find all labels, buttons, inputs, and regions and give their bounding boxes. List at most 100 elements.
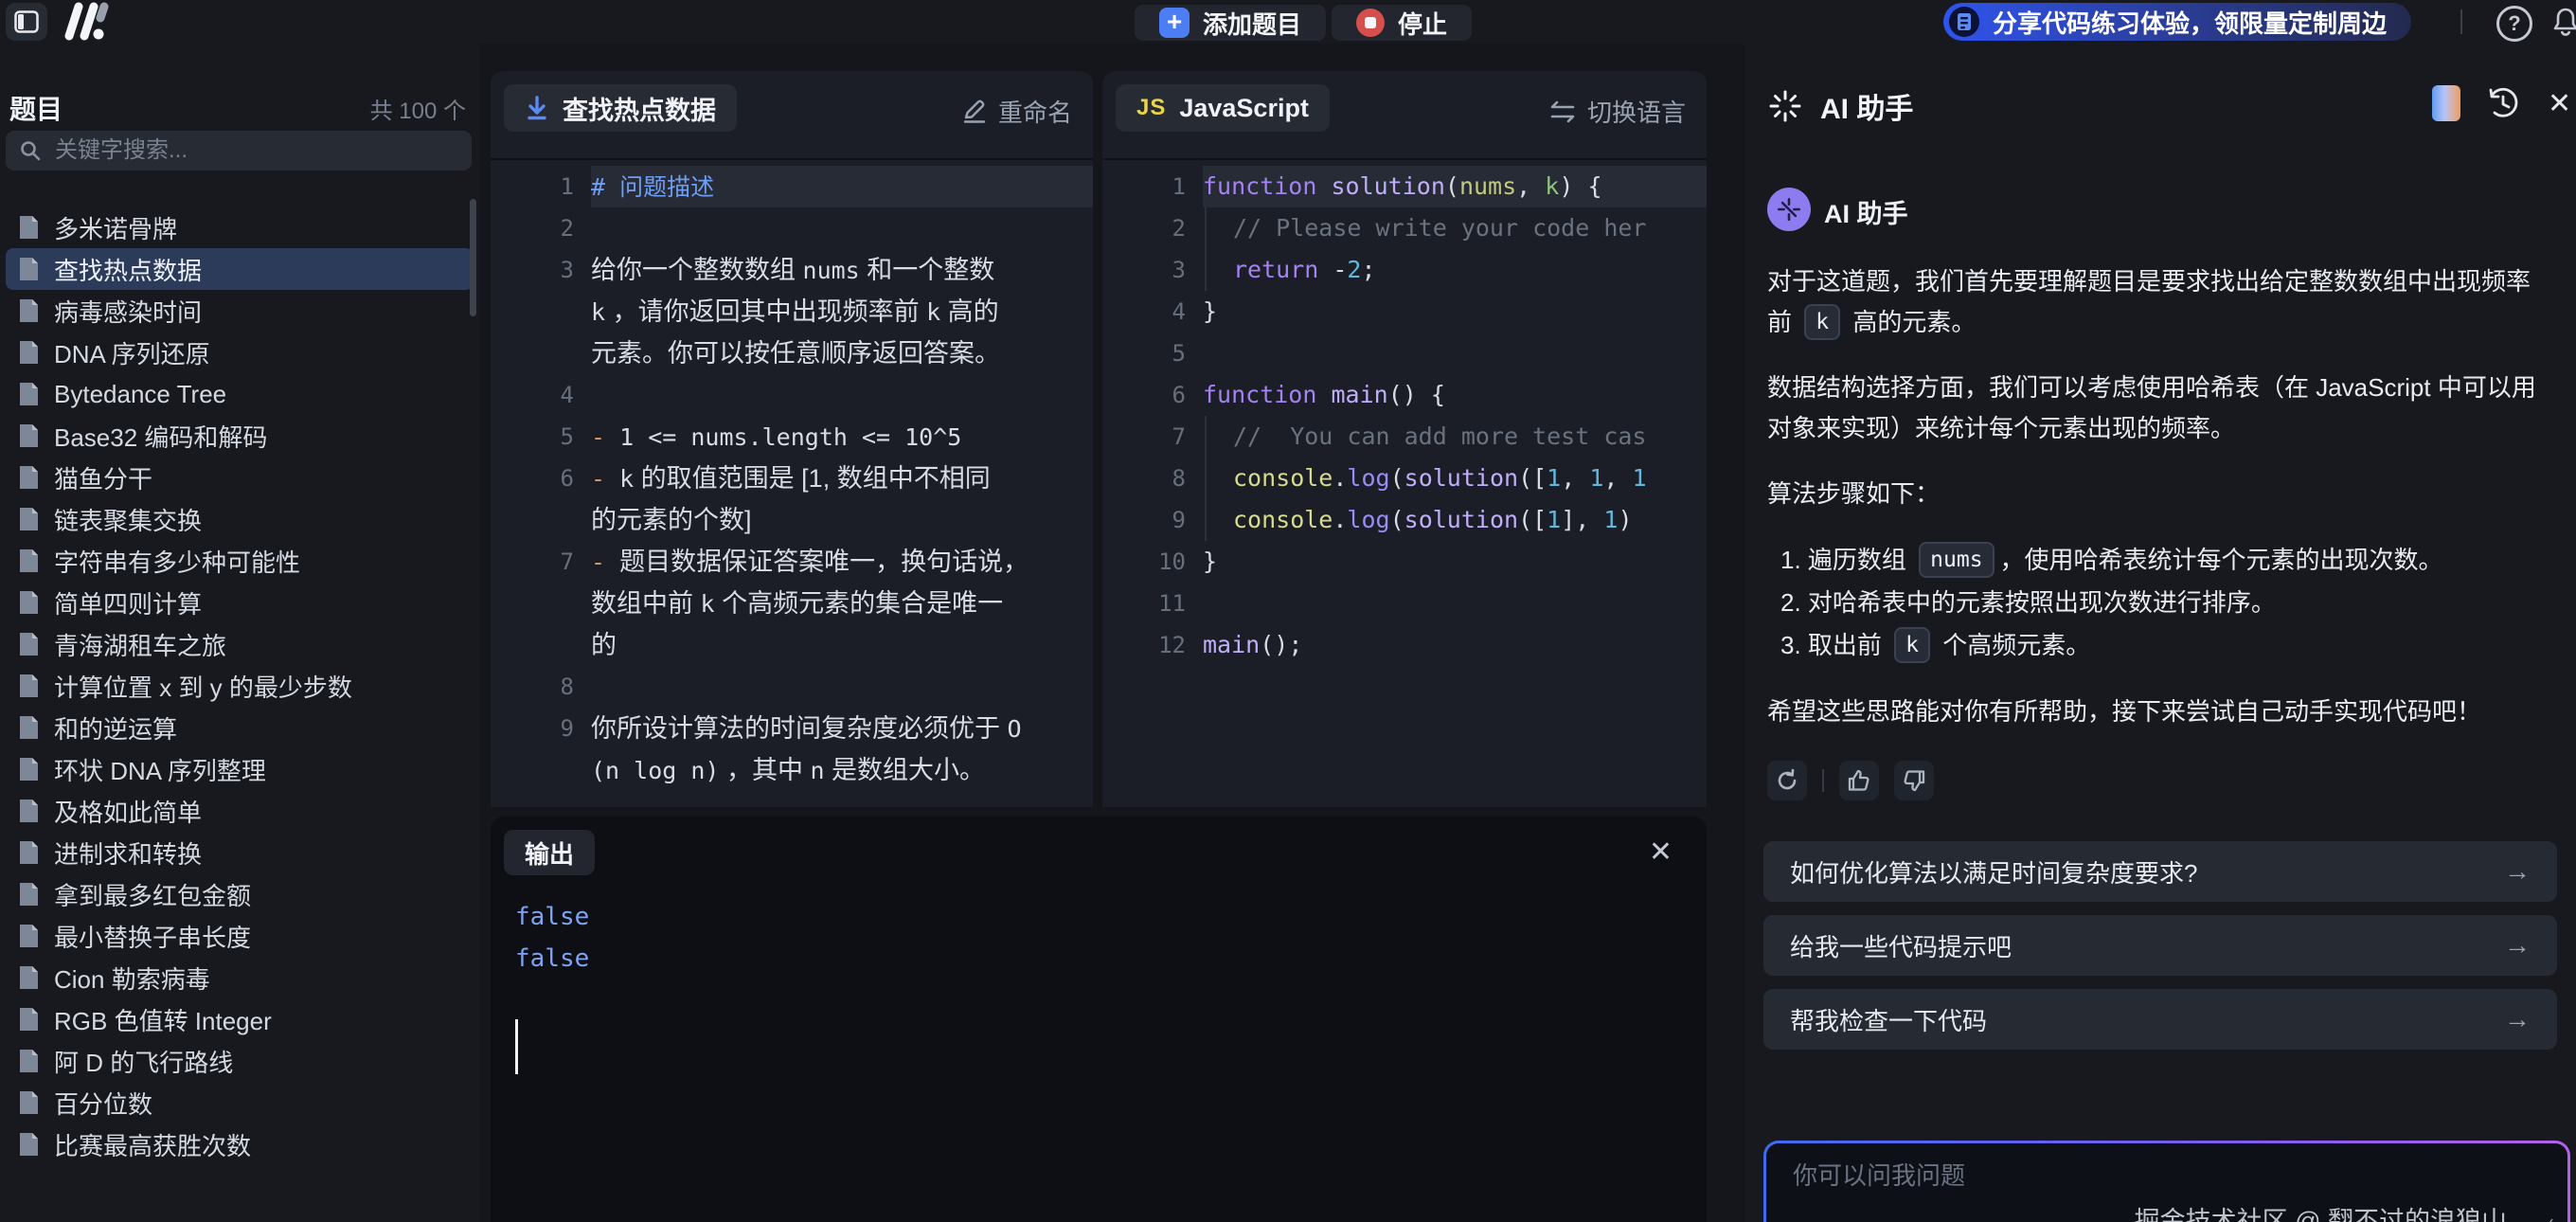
ai-question-input[interactable] xyxy=(1791,1160,2276,1192)
switch-language-button[interactable]: 切换语言 xyxy=(1549,94,1686,129)
download-icon xyxy=(525,95,549,121)
add-problem-button[interactable]: + 添加题目 xyxy=(1135,5,1326,41)
output-line: false xyxy=(515,896,589,938)
description-line: k ，请你返回其中出现频率前 k 高的 xyxy=(491,291,1093,332)
share-banner[interactable]: 分享代码练习体验，领限量定制周边 xyxy=(1943,3,2411,41)
suggestion-chip[interactable]: 如何优化算法以满足时间复杂度要求?→ xyxy=(1763,841,2557,902)
banner-label: 分享代码练习体验，领限量定制周边 xyxy=(1993,5,2387,40)
ai-assistant-name: AI 助手 xyxy=(1824,193,1908,230)
sidebar-item[interactable]: 拿到最多红包金额 xyxy=(6,873,474,915)
sidebar-item[interactable]: 最小替换子串长度 xyxy=(6,915,474,957)
ai-message: 对于这道题，我们首先要理解题目是要求找出给定整数数组中出现频率前 k 高的元素。… xyxy=(1767,261,2540,800)
regenerate-button[interactable] xyxy=(1767,761,1807,800)
line-number: 8 xyxy=(491,666,591,708)
line-content xyxy=(1203,583,1707,624)
sidebar-item[interactable]: 青海湖租车之旅 xyxy=(6,623,474,665)
description-tab[interactable]: 查找热点数据 xyxy=(504,84,737,132)
line-content xyxy=(591,666,1093,708)
code-editor[interactable]: 1function solution(nums, k) {2// Please … xyxy=(1102,160,1707,807)
line-number xyxy=(491,749,591,791)
language-tab[interactable]: JS JavaScript xyxy=(1116,84,1330,132)
sidebar-item[interactable]: DNA 序列还原 xyxy=(6,332,474,373)
sidebar-scrollbar[interactable] xyxy=(470,199,476,316)
line-content: k ，请你返回其中出现频率前 k 高的 xyxy=(591,291,1093,332)
line-content: } xyxy=(1203,541,1707,583)
doc-icon xyxy=(17,214,41,241)
doc-icon xyxy=(17,422,41,449)
line-content xyxy=(591,374,1093,416)
banner-doc-icon xyxy=(1949,7,1979,37)
sidebar-item-label: DNA 序列还原 xyxy=(54,335,210,370)
line-content: 数组中前 k 个高频元素的集合是唯一 xyxy=(591,583,1093,624)
inline-code-chip: k xyxy=(1804,304,1840,340)
description-editor[interactable]: 1# 问题描述23给你一个整数数组 nums 和一个整数k ，请你返回其中出现频… xyxy=(491,160,1093,807)
sidebar-item[interactable]: 环状 DNA 序列整理 xyxy=(6,748,474,790)
description-line: 数组中前 k 个高频元素的集合是唯一 xyxy=(491,583,1093,624)
sidebar-title: 题目 xyxy=(9,89,63,127)
suggestion-label: 帮我检查一下代码 xyxy=(1790,1002,1987,1037)
description-line: 2 xyxy=(491,207,1093,249)
sidebar-item[interactable]: Base32 编码和解码 xyxy=(6,415,474,457)
app-window: + 添加题目 停止 分享代码练习体验，领限量定制周边 ? 题目 共 100 个 xyxy=(0,0,2576,1222)
suggestion-chip[interactable]: 帮我检查一下代码→ xyxy=(1763,989,2557,1050)
ai-input-box[interactable]: 掘金技术社区 @ 翻不过的浪狼山 xyxy=(1763,1141,2570,1222)
sidebar-item[interactable]: 及格如此简单 xyxy=(6,790,474,832)
line-content: // Please write your code her xyxy=(1203,207,1707,249)
rename-button[interactable]: 重命名 xyxy=(962,94,1072,129)
suggestion-chip[interactable]: 给我一些代码提示吧→ xyxy=(1763,915,2557,976)
thumb-down-button[interactable] xyxy=(1894,761,1934,800)
line-number: 1 xyxy=(1102,166,1203,207)
sidebar-item[interactable]: 多米诺骨牌 xyxy=(6,207,474,248)
output-close-icon[interactable]: ✕ xyxy=(1649,837,1673,868)
search-input[interactable] xyxy=(53,136,458,165)
stop-icon xyxy=(1356,9,1385,37)
rename-label: 重命名 xyxy=(998,94,1072,129)
sidebar-item[interactable]: 百分位数 xyxy=(6,1082,474,1123)
sidebar-item[interactable]: 猫鱼分干 xyxy=(6,457,474,498)
refresh-icon xyxy=(1775,768,1799,793)
sidebar-item[interactable]: Bytedance Tree xyxy=(6,373,474,415)
ai-paragraph: 算法步骤如下： xyxy=(1767,474,2540,514)
sidebar-item[interactable]: 病毒感染时间 xyxy=(6,290,474,332)
ai-list-item: 2. 对哈希表中的元素按照出现次数进行排序。 xyxy=(1767,582,2540,624)
sidebar-item[interactable]: 查找热点数据 xyxy=(6,248,474,290)
sidebar-item[interactable]: Cion 勒索病毒 xyxy=(6,957,474,998)
line-number: 12 xyxy=(1102,624,1203,666)
line-number: 10 xyxy=(1102,541,1203,583)
sidebar-item[interactable]: RGB 色值转 Integer xyxy=(6,998,474,1040)
search-box[interactable] xyxy=(6,131,472,171)
sidebar-toggle-icon xyxy=(14,10,39,33)
output-tab[interactable]: 输出 xyxy=(504,830,595,875)
sidebar-item[interactable]: 链表聚集交换 xyxy=(6,498,474,540)
sidebar-item[interactable]: 阿 D 的飞行路线 xyxy=(6,1040,474,1082)
output-cursor xyxy=(515,1019,518,1074)
sidebar-toggle-button[interactable] xyxy=(6,3,47,41)
description-tab-label: 查找热点数据 xyxy=(563,90,716,127)
description-line: 4 xyxy=(491,374,1093,416)
sidebar-item[interactable]: 进制求和转换 xyxy=(6,832,474,873)
search-icon xyxy=(19,139,42,162)
doc-icon xyxy=(17,964,41,991)
sidebar-item-label: 青海湖租车之旅 xyxy=(54,627,226,662)
doc-icon xyxy=(17,548,41,574)
sidebar-item[interactable]: 比赛最高获胜次数 xyxy=(6,1123,474,1165)
sidebar-item-label: Base32 编码和解码 xyxy=(54,419,267,454)
sidebar-item[interactable]: 计算位置 x 到 y 的最少步数 xyxy=(6,665,474,707)
doc-icon xyxy=(17,297,41,324)
top-bar: + 添加题目 停止 分享代码练习体验，领限量定制周边 ? xyxy=(0,0,2576,44)
help-icon[interactable]: ? xyxy=(2496,6,2532,42)
history-icon[interactable] xyxy=(2485,85,2521,121)
theme-swatch-icon[interactable] xyxy=(2432,85,2460,121)
line-number: 6 xyxy=(491,458,591,499)
thumb-up-button[interactable] xyxy=(1839,761,1879,800)
sidebar-item[interactable]: 字符串有多少种可能性 xyxy=(6,540,474,582)
ai-close-icon[interactable]: ✕ xyxy=(2548,87,2571,120)
logo-icon[interactable] xyxy=(61,2,110,42)
bell-icon[interactable] xyxy=(2549,6,2576,38)
code-line: 3return -2; xyxy=(1102,249,1707,291)
stop-button[interactable]: 停止 xyxy=(1332,5,1472,41)
code-line: 8console.log(solution([1, 1, 1 xyxy=(1102,458,1707,499)
sidebar-item[interactable]: 简单四则计算 xyxy=(6,582,474,623)
sidebar-item[interactable]: 和的逆运算 xyxy=(6,707,474,748)
problems-sidebar: 题目 共 100 个 多米诺骨牌查找热点数据病毒感染时间DNA 序列还原Byte… xyxy=(0,44,479,1222)
